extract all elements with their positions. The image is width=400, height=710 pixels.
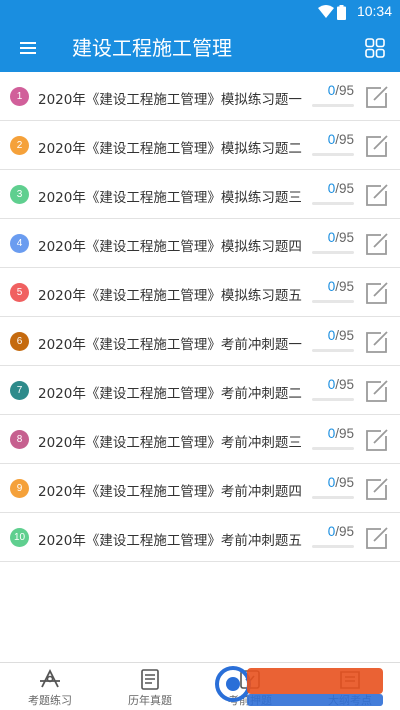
progress-bar <box>312 398 354 401</box>
progress-total: /95 <box>335 475 354 490</box>
index-badge: 8 <box>10 430 29 449</box>
progress-bar <box>312 251 354 254</box>
progress-total: /95 <box>335 279 354 294</box>
index-badge: 9 <box>10 479 29 498</box>
edit-icon[interactable] <box>364 182 390 208</box>
exercise-row[interactable]: 1 2020年《建设工程施工管理》模拟练习题一 0/95 <box>0 72 400 121</box>
progress-total: /95 <box>335 230 354 245</box>
exercise-title[interactable]: 2020年《建设工程施工管理》考前冲刺题四 <box>38 480 302 500</box>
exercise-row[interactable]: 5 2020年《建设工程施工管理》模拟练习题五 0/95 <box>0 268 400 317</box>
edit-icon[interactable] <box>364 427 390 453</box>
status-time: 10:34 <box>356 3 392 19</box>
index-badge: 5 <box>10 283 29 302</box>
exercise-row[interactable]: 3 2020年《建设工程施工管理》模拟练习题三 0/95 <box>0 170 400 219</box>
index-badge: 10 <box>10 528 29 547</box>
edit-icon[interactable] <box>364 476 390 502</box>
progress-count: 0/95 <box>312 377 354 392</box>
tab-practice[interactable]: 考题练习 <box>0 663 100 710</box>
index-badge: 2 <box>10 136 29 155</box>
exercise-title[interactable]: 2020年《建设工程施工管理》模拟练习题二 <box>38 137 302 157</box>
index-badge: 1 <box>10 87 29 106</box>
progress-bar <box>312 202 354 205</box>
status-bar: 10:34 <box>0 0 400 24</box>
progress-count: 0/95 <box>312 328 354 343</box>
progress-count: 0/95 <box>312 475 354 490</box>
tab-label: 考题练习 <box>28 694 72 707</box>
menu-icon[interactable] <box>18 39 38 57</box>
index-badge: 7 <box>10 381 29 400</box>
exercise-row[interactable]: 8 2020年《建设工程施工管理》考前冲刺题三 0/95 <box>0 415 400 464</box>
exercise-title[interactable]: 2020年《建设工程施工管理》模拟练习题三 <box>38 186 302 206</box>
exercise-row[interactable]: 7 2020年《建设工程施工管理》考前冲刺题二 0/95 <box>0 366 400 415</box>
wifi-icon <box>318 5 334 18</box>
progress-bar <box>312 104 354 107</box>
page-title: 建设工程施工管理 <box>72 36 232 60</box>
index-badge: 4 <box>10 234 29 253</box>
progress-count: 0/95 <box>312 230 354 245</box>
past-papers-icon <box>141 669 159 690</box>
edit-icon[interactable] <box>364 84 390 110</box>
progress-bar <box>312 300 354 303</box>
progress-total: /95 <box>335 426 354 441</box>
grid-view-icon[interactable] <box>364 37 386 59</box>
exercise-title[interactable]: 2020年《建设工程施工管理》考前冲刺题二 <box>38 382 302 402</box>
exercise-title[interactable]: 2020年《建设工程施工管理》模拟练习题一 <box>38 88 302 108</box>
progress-count: 0/95 <box>312 132 354 147</box>
tab-label: 历年真题 <box>128 694 172 707</box>
edit-icon[interactable] <box>364 231 390 257</box>
app-bar: 建设工程施工管理 <box>0 24 400 72</box>
exercise-list: 1 2020年《建设工程施工管理》模拟练习题一 0/95 2 2020年《建设工程施工管… <box>0 72 400 562</box>
progress-total: /95 <box>335 83 354 98</box>
edit-icon[interactable] <box>364 525 390 551</box>
exercise-row[interactable]: 4 2020年《建设工程施工管理》模拟练习题四 0/95 <box>0 219 400 268</box>
progress-total: /95 <box>335 524 354 539</box>
exercise-row[interactable]: 9 2020年《建设工程施工管理》考前冲刺题四 0/95 <box>0 464 400 513</box>
tab-past-papers[interactable]: 历年真题 <box>100 663 200 710</box>
progress-count: 0/95 <box>312 181 354 196</box>
progress-total: /95 <box>335 181 354 196</box>
watermark-logo <box>215 666 383 706</box>
edit-icon[interactable] <box>364 133 390 159</box>
exercise-title[interactable]: 2020年《建设工程施工管理》考前冲刺题一 <box>38 333 302 353</box>
edit-icon[interactable] <box>364 329 390 355</box>
progress-count: 0/95 <box>312 279 354 294</box>
exercise-row[interactable]: 6 2020年《建设工程施工管理》考前冲刺题一 0/95 <box>0 317 400 366</box>
progress-bar <box>312 349 354 352</box>
exercise-title[interactable]: 2020年《建设工程施工管理》考前冲刺题三 <box>38 431 302 451</box>
exercise-title[interactable]: 2020年《建设工程施工管理》模拟练习题五 <box>38 284 302 304</box>
battery-icon <box>337 5 346 20</box>
exercise-title[interactable]: 2020年《建设工程施工管理》考前冲刺题五 <box>38 529 302 549</box>
edit-icon[interactable] <box>364 378 390 404</box>
exercise-row[interactable]: 2 2020年《建设工程施工管理》模拟练习题二 0/95 <box>0 121 400 170</box>
index-badge: 6 <box>10 332 29 351</box>
progress-bar <box>312 447 354 450</box>
practice-icon <box>40 668 60 688</box>
progress-count: 0/95 <box>312 83 354 98</box>
progress-count: 0/95 <box>312 426 354 441</box>
progress-total: /95 <box>335 132 354 147</box>
progress-bar <box>312 153 354 156</box>
progress-total: /95 <box>335 377 354 392</box>
index-badge: 3 <box>10 185 29 204</box>
exercise-title[interactable]: 2020年《建设工程施工管理》模拟练习题四 <box>38 235 302 255</box>
edit-icon[interactable] <box>364 280 390 306</box>
progress-total: /95 <box>335 328 354 343</box>
progress-count: 0/95 <box>312 524 354 539</box>
progress-bar <box>312 545 354 548</box>
exercise-row[interactable]: 10 2020年《建设工程施工管理》考前冲刺题五 0/95 <box>0 513 400 562</box>
progress-bar <box>312 496 354 499</box>
